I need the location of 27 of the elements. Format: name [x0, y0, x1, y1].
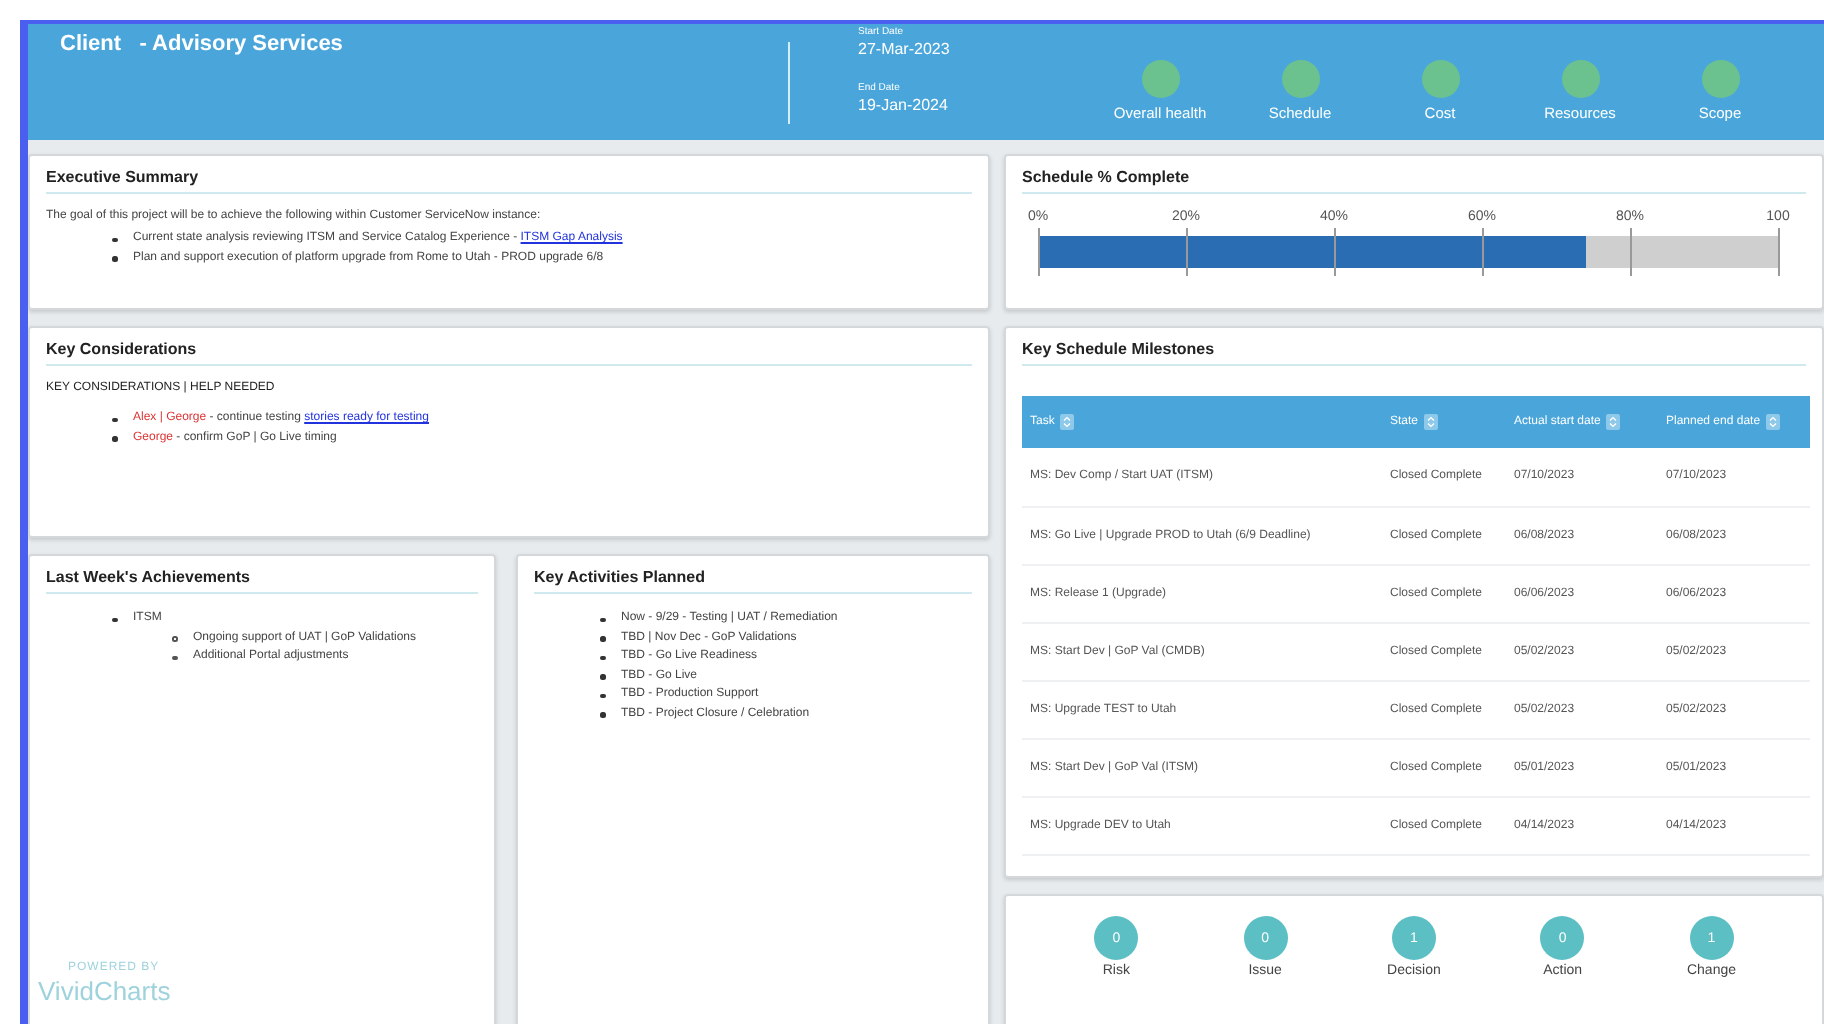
sort-icon[interactable] — [1424, 414, 1439, 430]
card-title: Executive Summary — [46, 168, 972, 194]
card-title: Schedule % Complete — [1022, 168, 1806, 194]
bullet-icon — [600, 617, 605, 622]
sort-icon[interactable] — [1766, 414, 1781, 430]
start-date: 27-Mar-2023 — [858, 40, 952, 58]
sort-icon[interactable] — [1060, 414, 1075, 430]
bullet-icon — [600, 636, 605, 641]
card-title: Key Activities Planned — [534, 568, 972, 594]
bullet-icon — [172, 655, 177, 660]
card-title: Key Schedule Milestones — [1022, 340, 1806, 366]
bullet-icon — [600, 655, 605, 660]
sort-icon[interactable] — [1606, 414, 1621, 430]
card-title: Last Week's Achievements — [46, 568, 478, 594]
bullet-icon — [600, 674, 605, 679]
bullet-icon — [600, 712, 605, 717]
bullet-icon — [112, 256, 117, 261]
dashboard-title: Client - Advisory Services — [58, 30, 345, 60]
bullet-icon — [112, 436, 117, 441]
bullet-icon — [600, 693, 605, 698]
end-date: 19-Jan-2024 — [858, 96, 950, 114]
bullet-icon — [112, 417, 117, 422]
bullet-icon — [112, 617, 117, 622]
brand-logo: VividCharts — [38, 978, 171, 1004]
card-title: Key Considerations — [46, 340, 972, 366]
bullet-icon — [172, 636, 177, 641]
bullet-icon — [112, 237, 117, 242]
